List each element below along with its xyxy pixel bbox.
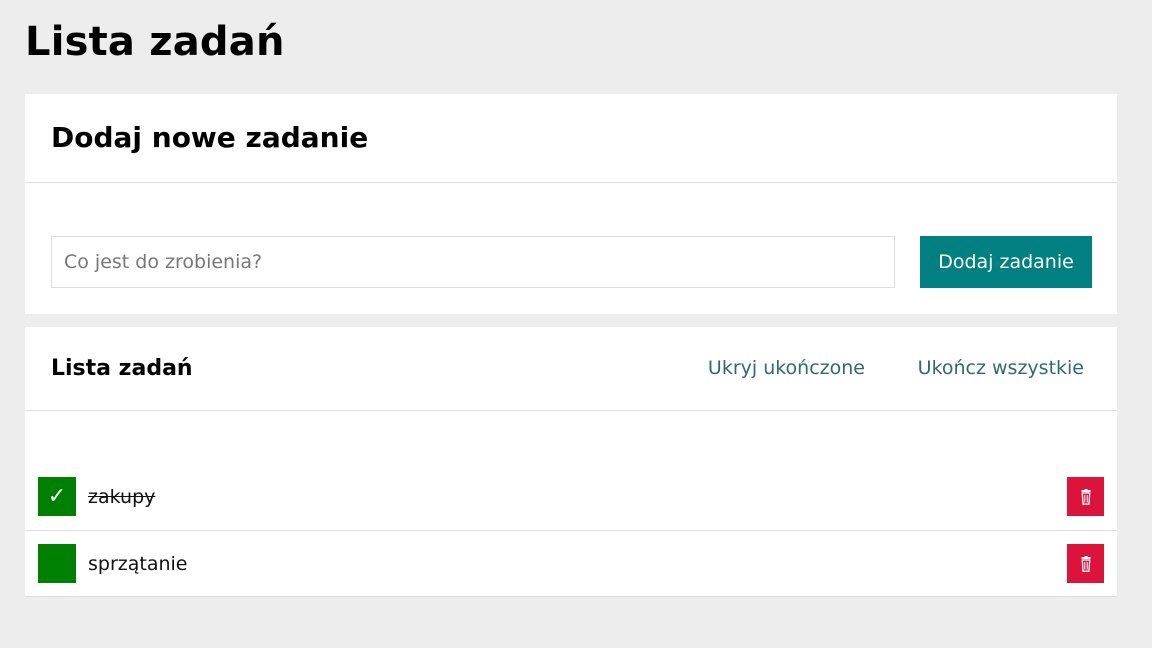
hide-completed-button[interactable]: Ukryj ukończone [708, 354, 865, 382]
add-task-header: Dodaj nowe zadanie [25, 94, 1117, 183]
remove-task-button[interactable] [1067, 477, 1104, 516]
trash-icon [1081, 488, 1090, 505]
task-list-header: Lista zadań Ukryj ukończone Ukończ wszys… [25, 327, 1117, 411]
trash-icon [1081, 555, 1090, 572]
task-item: sprzątanie [25, 530, 1117, 596]
task-list-panel: Lista zadań Ukryj ukończone Ukończ wszys… [25, 327, 1117, 597]
remove-task-button[interactable] [1067, 544, 1104, 583]
task-text: zakupy [88, 486, 156, 508]
task-done-toggle[interactable]: ✓ [38, 477, 76, 516]
add-task-panel: Dodaj nowe zadanie Dodaj zadanie [25, 94, 1117, 314]
task-input[interactable] [51, 236, 895, 288]
add-task-heading: Dodaj nowe zadanie [51, 121, 369, 154]
page-title: Lista zadań [25, 19, 285, 65]
task-list: ✓ zakupy sprzątanie [25, 464, 1117, 596]
task-text: sprzątanie [88, 553, 188, 575]
task-list-heading: Lista zadań [51, 356, 193, 381]
finish-all-button[interactable]: Ukończ wszystkie [918, 354, 1084, 382]
task-item: ✓ zakupy [25, 464, 1117, 530]
add-task-button[interactable]: Dodaj zadanie [920, 236, 1092, 288]
task-done-toggle[interactable] [38, 544, 76, 583]
